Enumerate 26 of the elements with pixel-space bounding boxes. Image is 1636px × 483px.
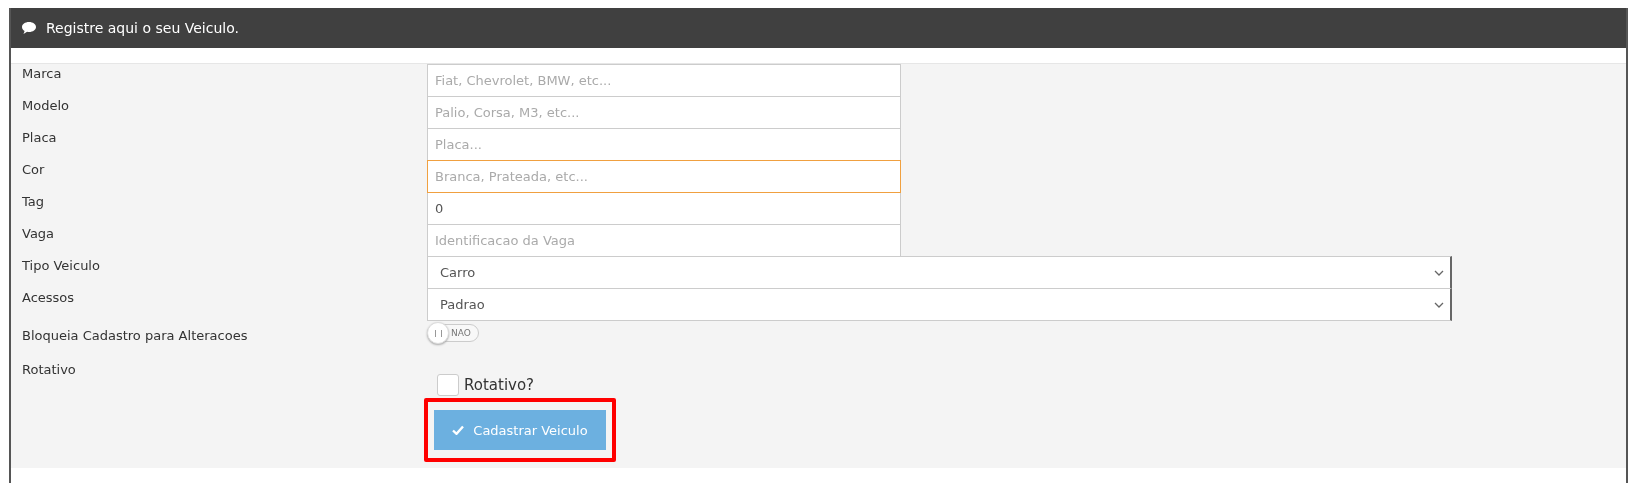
input-field[interactable]: Placa... xyxy=(427,128,901,161)
input-field[interactable]: Identificacao da Vaga xyxy=(427,224,901,257)
checkbox-label[interactable]: Rotativo? xyxy=(464,376,535,394)
field-label: Bloqueia Cadastro para Alteracoes xyxy=(21,327,249,343)
field-label: Cor xyxy=(21,161,46,177)
select-field[interactable]: Carro xyxy=(427,256,1452,289)
panel-title: Registre aqui o seu Veiculo. xyxy=(46,20,239,36)
chevron-down-icon xyxy=(1434,269,1444,276)
field-label: Modelo xyxy=(21,97,70,113)
input-field[interactable]: 0 xyxy=(427,192,901,225)
select-field[interactable]: Padrao xyxy=(427,288,1452,321)
checkmark-icon xyxy=(452,425,465,435)
field-label: Tipo Veiculo xyxy=(21,257,101,273)
input-field[interactable]: Fiat, Chevrolet, BMW, etc... xyxy=(427,64,901,97)
input-field[interactable]: Palio, Corsa, M3, etc... xyxy=(427,96,901,129)
checkbox[interactable] xyxy=(437,374,459,396)
field-label: Placa xyxy=(21,129,58,145)
chevron-down-icon xyxy=(1434,301,1444,308)
toggle-switch[interactable]: NAO xyxy=(427,324,479,342)
field-label: Vaga xyxy=(21,225,56,241)
field-label: Acessos xyxy=(21,289,76,305)
field-label: Marca xyxy=(21,65,63,81)
field-label: Rotativo xyxy=(21,361,77,377)
speech-bubble-icon xyxy=(21,21,37,35)
input-field[interactable]: Branca, Prateada, etc... xyxy=(427,160,901,193)
field-label: Tag xyxy=(21,193,45,209)
